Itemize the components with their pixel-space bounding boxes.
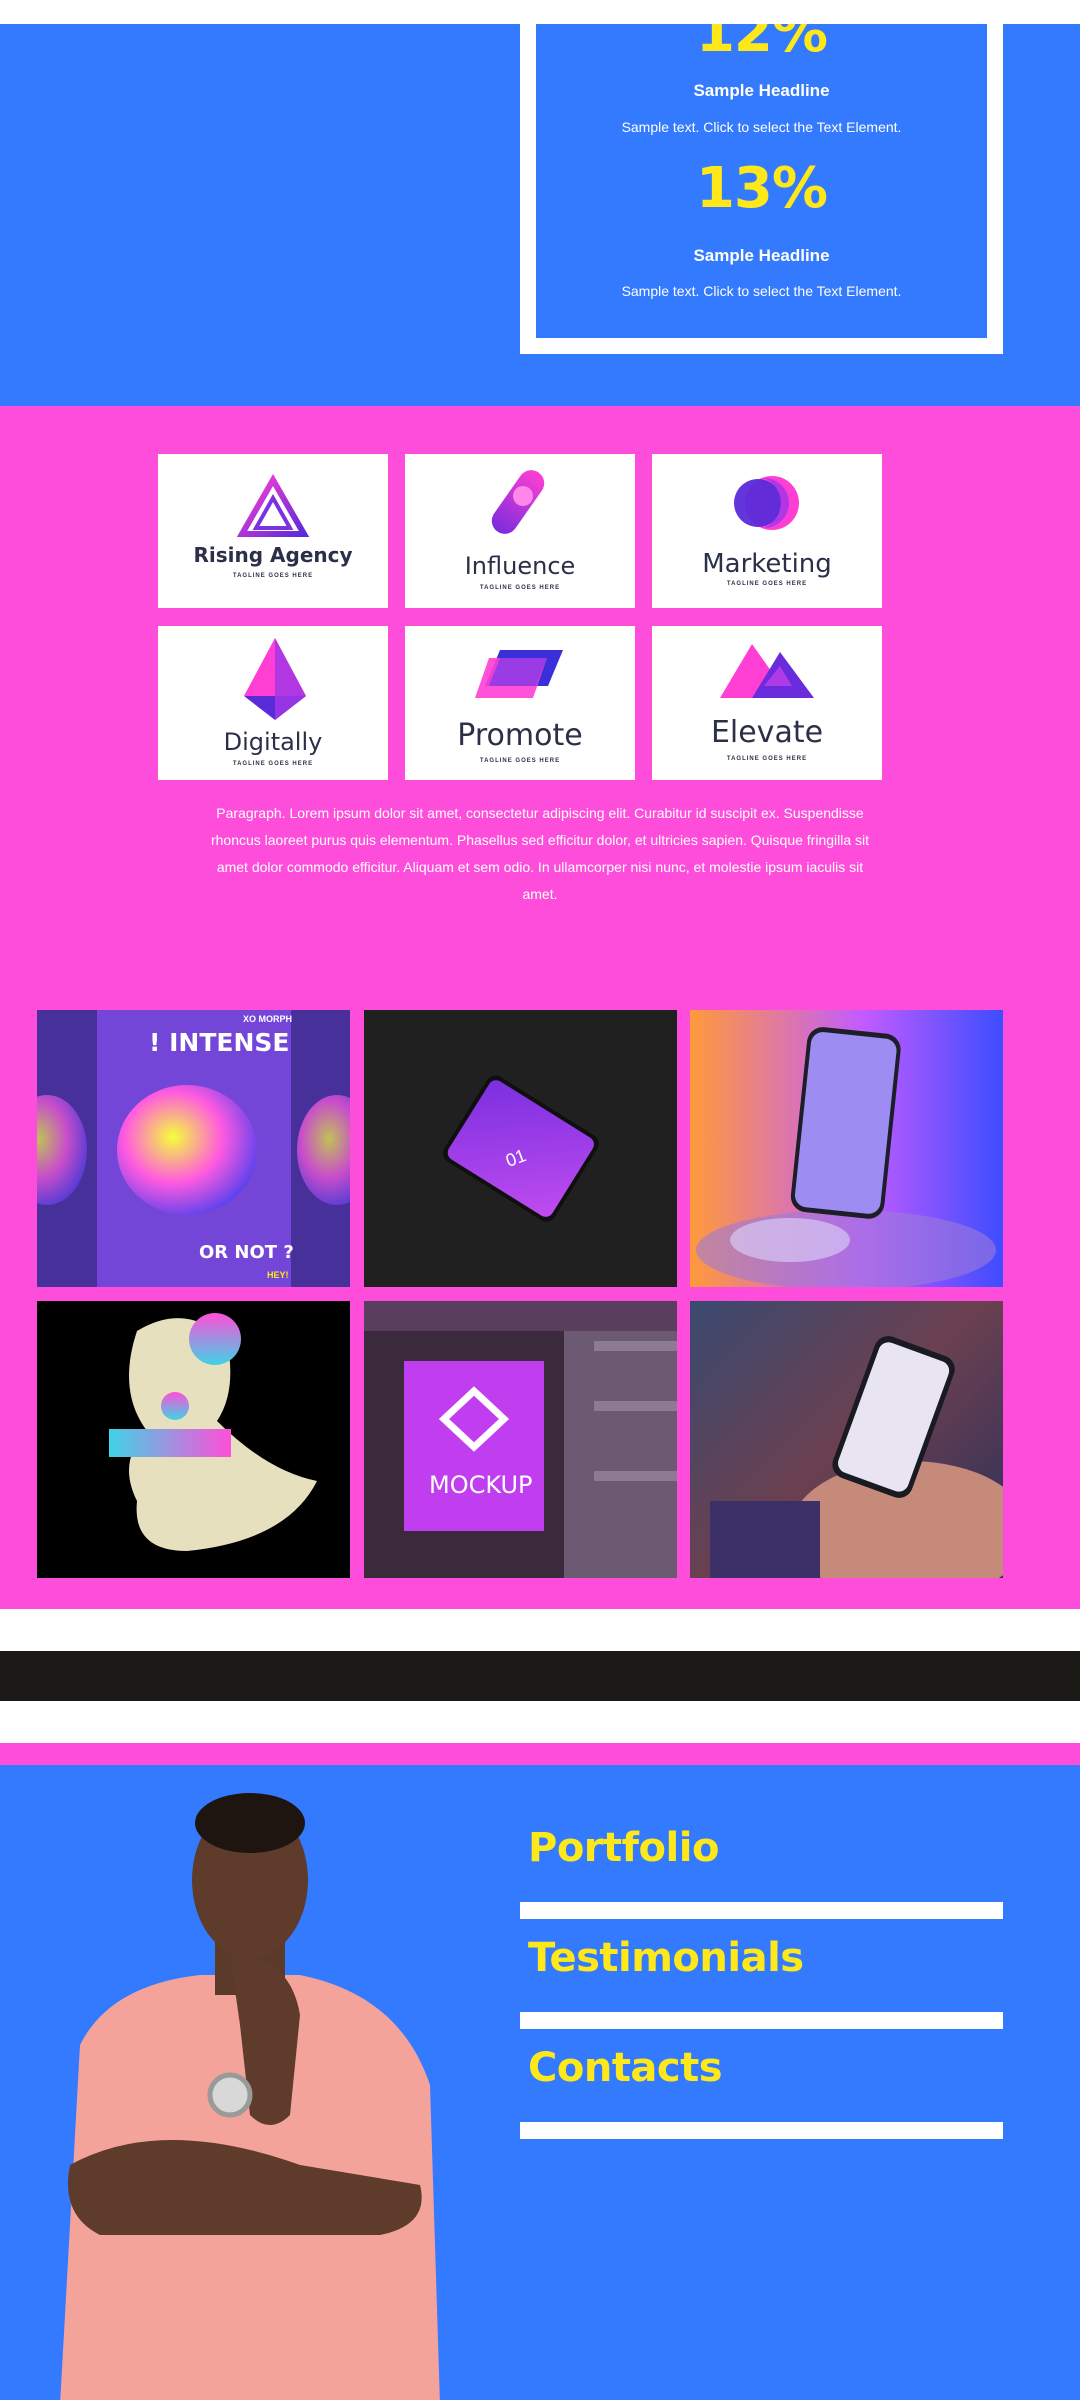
logo-card-influence[interactable]: Influence TAGLINE GOES HERE — [405, 454, 635, 608]
nav-divider — [520, 2012, 1003, 2029]
logo-card-marketing[interactable]: Marketing TAGLINE GOES HERE — [652, 454, 882, 608]
gallery-image-phone-dark[interactable]: 01 — [364, 1010, 677, 1287]
stat-headline[interactable]: Sample Headline — [536, 81, 987, 101]
top-strip — [0, 0, 1080, 24]
phone-hand-image — [710, 1336, 1003, 1578]
poster-title: ! INTENSE — [149, 1028, 290, 1057]
logo-card-digitally[interactable]: Digitally TAGLINE GOES HERE — [158, 626, 388, 780]
logo-tagline: TAGLINE GOES HERE — [232, 761, 314, 767]
logo-card-elevate[interactable]: Elevate TAGLINE GOES HERE — [652, 626, 882, 780]
stat-text[interactable]: Sample text. Click to select the Text El… — [536, 119, 987, 135]
nav-link-testimonials[interactable]: Testimonials — [528, 1935, 804, 1981]
sign-label: MOCKUP — [429, 1471, 533, 1499]
stat-text[interactable]: Sample text. Click to select the Text El… — [536, 283, 987, 299]
logo-card-rising-agency[interactable]: Rising Agency TAGLINE GOES HERE — [158, 454, 388, 608]
logos-section: Rising Agency TAGLINE GOES HERE Influenc… — [0, 406, 1080, 1609]
gallery-image-poster[interactable]: ! INTENSE OR NOT ? XO MORPH HEY! — [37, 1010, 350, 1287]
stats-section: 12% Sample Headline Sample text. Click t… — [0, 24, 1080, 406]
logo-card-promote[interactable]: Promote TAGLINE GOES HERE — [405, 626, 635, 780]
nav-section: Portfolio Testimonials Contacts — [0, 1765, 1080, 2400]
logo-name: Influence — [464, 552, 576, 580]
statue-image — [109, 1313, 317, 1551]
logo-name: Digitally — [223, 728, 323, 756]
stat-headline[interactable]: Sample Headline — [536, 246, 987, 266]
nav-divider — [520, 1902, 1003, 1919]
triangle-logo-icon — [236, 473, 310, 537]
logo-tagline: TAGLINE GOES HERE — [726, 756, 808, 762]
phone-splash-image — [696, 1027, 996, 1287]
pink-divider-line — [0, 1743, 1080, 1765]
logo-tagline: TAGLINE GOES HERE — [479, 758, 561, 764]
gallery-image-phone-splash[interactable] — [690, 1010, 1003, 1287]
sign-mockup-image — [364, 1301, 677, 1578]
diamond-logo-icon — [244, 638, 306, 720]
gallery-image-phone-hand[interactable] — [690, 1301, 1003, 1578]
gallery-image-statue[interactable] — [37, 1301, 350, 1578]
logo-tagline: TAGLINE GOES HERE — [726, 581, 808, 587]
parallelogram-logo-icon — [475, 650, 563, 698]
logo-name: Elevate — [710, 715, 824, 750]
poster-hey-text: HEY! — [267, 1270, 289, 1280]
logo-name: Rising Agency — [193, 543, 353, 567]
nav-link-portfolio[interactable]: Portfolio — [528, 1825, 719, 1871]
logo-name: Promote — [457, 718, 583, 753]
logo-tagline: TAGLINE GOES HERE — [232, 573, 314, 579]
body-paragraph[interactable]: Paragraph. Lorem ipsum dolor sit amet, c… — [210, 800, 870, 908]
dark-divider-band — [0, 1651, 1080, 1701]
nav-link-contacts[interactable]: Contacts — [528, 2045, 723, 2091]
stats-box: 12% Sample Headline Sample text. Click t… — [520, 24, 1003, 354]
stat-value[interactable]: 13% — [536, 156, 987, 221]
logo-tagline: TAGLINE GOES HERE — [479, 585, 561, 591]
poster-corner-text: XO MORPH — [243, 1014, 293, 1024]
person-photo — [60, 1793, 440, 2400]
poster-subtitle: OR NOT ? — [199, 1242, 294, 1263]
logo-name: Marketing — [702, 549, 832, 579]
gallery-image-sign[interactable]: MOCKUP — [364, 1301, 677, 1578]
nav-divider — [520, 2122, 1003, 2139]
